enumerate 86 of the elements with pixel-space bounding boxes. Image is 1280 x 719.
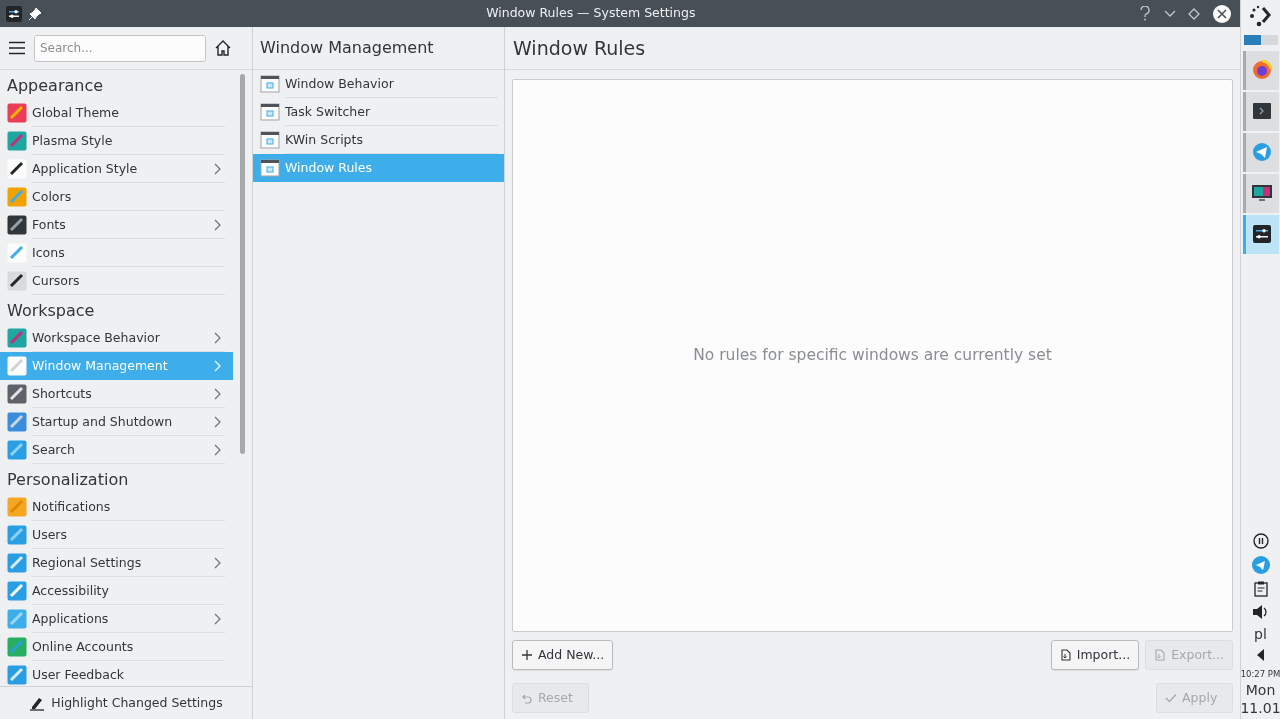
category-item[interactable]: Accessibility <box>0 577 233 605</box>
tile-icon <box>7 215 27 235</box>
window-title: Window Rules — System Settings <box>485 4 697 23</box>
tile-icon <box>7 665 27 685</box>
help-icon[interactable] <box>1139 6 1152 21</box>
tile-icon <box>7 581 27 601</box>
category-item[interactable]: Search <box>0 436 233 464</box>
document-icon <box>1059 649 1072 661</box>
document-icon <box>1154 649 1167 661</box>
arrow-left-icon[interactable] <box>1256 649 1265 662</box>
tile-icon <box>7 553 27 573</box>
section-heading: Workspace <box>6 300 96 322</box>
checkmark-icon <box>1165 692 1177 704</box>
terminal-icon <box>1251 100 1273 122</box>
category-item[interactable]: Application Style <box>0 155 233 183</box>
section-heading: Personalization <box>6 469 130 491</box>
subcategory-item[interactable]: Window Behavior <box>253 70 504 98</box>
marker-pen-icon <box>29 695 46 711</box>
window-icon <box>260 158 280 178</box>
subcategory-item[interactable]: Task Switcher <box>253 98 504 126</box>
settings-app-icon <box>6 5 22 22</box>
tile-icon <box>7 271 27 291</box>
tile-icon <box>7 525 27 545</box>
window-icon <box>260 102 280 122</box>
maximize-icon[interactable] <box>1188 7 1201 20</box>
window-icon <box>260 130 280 150</box>
tile-icon <box>7 131 27 151</box>
pager-drawing[interactable] <box>1243 35 1278 46</box>
home-icon[interactable] <box>214 39 232 57</box>
tile-icon <box>7 609 27 629</box>
tile-icon <box>7 328 27 348</box>
clock-date[interactable]: 11.01 <box>1240 700 1280 716</box>
category-item[interactable]: Startup and Shutdown <box>0 408 233 436</box>
empty-message: No rules for specific windows are currently set <box>693 344 1052 366</box>
clipboard-icon[interactable] <box>1253 581 1268 598</box>
section-heading: Appearance <box>6 75 105 97</box>
taskbar-button[interactable] <box>1242 214 1279 254</box>
tile-icon <box>7 103 27 123</box>
category-item[interactable]: User Feedback <box>0 661 233 686</box>
tile-icon <box>7 356 27 376</box>
category-item[interactable]: Fonts <box>0 211 233 239</box>
keyboard-layout-indicator[interactable]: pl <box>1254 627 1267 643</box>
tile-icon <box>7 187 27 207</box>
plus-icon <box>521 649 533 661</box>
settings-app-icon <box>1251 223 1273 245</box>
taskbar-button[interactable] <box>1242 91 1279 131</box>
undo-icon <box>521 692 533 704</box>
scrollbar-thumb[interactable] <box>240 74 245 454</box>
tile-icon <box>7 637 27 657</box>
category-item[interactable]: Shortcuts <box>0 380 233 408</box>
category-item[interactable]: Online Accounts <box>0 633 233 661</box>
pause-icon[interactable] <box>1252 533 1269 550</box>
tile-icon <box>7 384 27 404</box>
tile-icon <box>7 412 27 432</box>
add-new-button[interactable]: Add New... <box>512 640 614 670</box>
globe-icon <box>1251 59 1273 81</box>
category-item[interactable]: Users <box>0 521 233 549</box>
menu-icon[interactable] <box>8 41 26 55</box>
import-button[interactable]: Import... <box>1050 640 1140 670</box>
panel-title: Window Management <box>260 37 434 59</box>
tile-icon <box>7 159 27 179</box>
taskbar-button[interactable] <box>1242 173 1279 213</box>
category-item[interactable]: Cursors <box>0 267 233 295</box>
clock-day[interactable]: Mon <box>1245 683 1276 699</box>
close-icon[interactable] <box>1212 4 1231 23</box>
page-title: Window Rules <box>513 35 646 61</box>
window-icon <box>260 74 280 94</box>
tile-icon <box>7 440 27 460</box>
search-field[interactable]: Search... <box>34 34 206 62</box>
category-item[interactable]: Notifications <box>0 493 233 521</box>
paper-plane-icon[interactable] <box>1251 556 1270 575</box>
minimize-icon[interactable] <box>1163 9 1176 18</box>
paper-plane-icon <box>1251 141 1273 163</box>
highlight-changed-settings-button[interactable]: Highlight Changed Settings <box>23 691 229 715</box>
speaker-icon[interactable] <box>1251 604 1270 621</box>
monitor-icon <box>1251 182 1273 204</box>
category-item[interactable]: Applications <box>0 605 233 633</box>
category-item[interactable]: Colors <box>0 183 233 211</box>
category-item[interactable]: Global Theme <box>0 99 233 127</box>
category-item[interactable]: Regional Settings <box>0 549 233 577</box>
category-item[interactable]: Icons <box>0 239 233 267</box>
pin-icon[interactable] <box>28 6 43 21</box>
tile-icon <box>7 497 27 517</box>
clock-time[interactable]: 10:27 PM <box>1240 668 1280 682</box>
tile-icon <box>7 243 27 263</box>
category-item[interactable]: Plasma Style <box>0 127 233 155</box>
